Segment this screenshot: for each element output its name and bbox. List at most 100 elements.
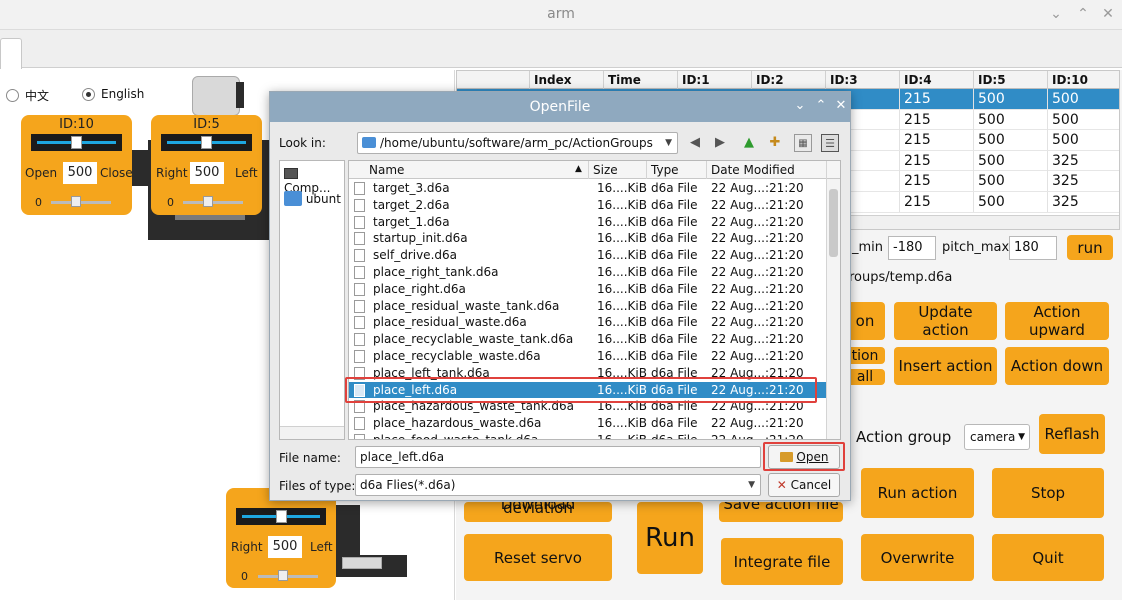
action-group-select[interactable]: camera ▼ — [964, 424, 1030, 450]
file-row[interactable]: place_recyclable_waste_tank.d6a 16....KiB… — [349, 331, 827, 348]
close-icon[interactable]: ✕ — [1098, 4, 1118, 24]
action-upward-button[interactable]: Action upward — [1005, 302, 1109, 340]
slider-handle[interactable] — [276, 510, 287, 523]
overwrite-button[interactable]: Overwrite — [861, 534, 974, 581]
pitch-run-button[interactable]: run — [1067, 235, 1113, 260]
table-cell[interactable]: 500 — [973, 109, 1005, 130]
refresh-button[interactable]: Reflash — [1039, 414, 1105, 454]
sidebar-scrollbar[interactable] — [280, 426, 344, 439]
table-cell[interactable]: 215 — [899, 89, 931, 109]
file-row[interactable]: place_recyclable_waste.d6a 16....KiB d6a F… — [349, 348, 827, 365]
run-action-button[interactable]: Run action — [861, 468, 974, 518]
column-header[interactable]: Index — [529, 71, 571, 89]
column-header[interactable]: Time — [603, 71, 641, 89]
forward-icon[interactable]: ▶ — [711, 134, 729, 152]
table-cell[interactable]: 325 — [1047, 192, 1079, 212]
file-row[interactable]: startup_init.d6a 16....KiB d6a File 22 Aug.… — [349, 230, 827, 247]
column-header-size[interactable]: Size — [589, 161, 647, 179]
file-row[interactable]: place_right_tank.d6a 16....KiB d6a File 22 … — [349, 264, 827, 281]
partial-button-2[interactable]: tion — [845, 347, 885, 364]
radio-english[interactable]: English — [82, 87, 144, 101]
servo-fine-slider[interactable] — [183, 201, 243, 204]
file-row[interactable]: target_3.d6a 16....KiB d6a File 22 Aug...:2… — [349, 180, 827, 197]
file-row[interactable]: target_1.d6a 16....KiB d6a File 22 Aug...:2… — [349, 214, 827, 231]
icon-view-icon[interactable]: ▦ — [794, 134, 812, 152]
action-down-button[interactable]: Action down — [1005, 347, 1109, 385]
reset-servo-button[interactable]: Reset servo — [464, 534, 612, 581]
file-row[interactable]: target_2.d6a 16....KiB d6a File 22 Aug...:2… — [349, 197, 827, 214]
save-action-file-button[interactable]: Save action file — [719, 502, 843, 522]
slider-handle[interactable] — [203, 196, 213, 207]
radio-circle[interactable] — [82, 87, 95, 101]
servo-slider[interactable] — [31, 134, 122, 151]
download-deviation-button[interactable]: Download deviation — [464, 502, 612, 522]
files-of-type-select[interactable]: d6a Flies(*.d6a) ▼ — [355, 474, 761, 496]
new-folder-icon[interactable]: ✚ — [766, 134, 784, 152]
detail-view-icon[interactable]: ☰ — [821, 134, 839, 152]
radio-chinese[interactable]: 中文 — [6, 87, 49, 104]
back-icon[interactable]: ◀ — [686, 134, 704, 152]
dialog-close-icon[interactable]: ✕ — [833, 98, 849, 114]
table-cell[interactable]: 500 — [1047, 89, 1079, 109]
column-header-type[interactable]: Type — [647, 161, 707, 179]
update-action-button[interactable]: Update action — [894, 302, 997, 340]
table-cell[interactable]: 215 — [899, 171, 931, 192]
table-cell[interactable]: 500 — [973, 89, 1005, 109]
column-header[interactable]: ID:2 — [751, 71, 784, 89]
table-cell[interactable]: 325 — [1047, 150, 1079, 171]
sidebar-item-home[interactable]: ubunt — [284, 191, 341, 206]
look-in-select[interactable]: /home/ubuntu/software/arm_pc/ActionGroup… — [357, 132, 678, 154]
radio-circle[interactable] — [6, 89, 19, 102]
parent-directory-icon[interactable]: ▲ — [740, 134, 758, 152]
column-header-date[interactable]: Date Modified — [707, 161, 827, 179]
file-list-scrollbar[interactable] — [826, 179, 840, 439]
quit-button[interactable]: Quit — [992, 534, 1104, 581]
column-header[interactable]: ID:10 — [1047, 71, 1088, 89]
table-cell[interactable]: 325 — [1047, 171, 1079, 192]
run-button[interactable]: Run — [637, 502, 703, 574]
table-cell[interactable]: 500 — [1047, 109, 1079, 130]
file-row[interactable]: place_residual_waste.d6a 16....KiB d6a Fil… — [349, 314, 827, 331]
column-header[interactable]: ID:3 — [825, 71, 858, 89]
table-cell[interactable]: 500 — [1047, 130, 1079, 151]
column-header[interactable]: ID:4 — [899, 71, 932, 89]
servo-fine-slider[interactable] — [51, 201, 111, 204]
stop-button[interactable]: Stop — [992, 468, 1104, 518]
maximize-icon[interactable]: ⌃ — [1073, 4, 1093, 24]
servo-value-input[interactable]: 500 — [190, 162, 224, 184]
file-row[interactable]: place_right.d6a 16....KiB d6a File 22 Aug..… — [349, 281, 827, 298]
column-header[interactable]: ID:1 — [677, 71, 710, 89]
minimize-icon[interactable]: ⌄ — [1046, 4, 1066, 24]
servo-slider[interactable] — [236, 508, 326, 525]
cancel-button[interactable]: ✕ Cancel — [768, 473, 840, 497]
column-header[interactable]: ID:5 — [973, 71, 1006, 89]
file-name-input[interactable]: place_left.d6a — [355, 446, 761, 468]
slider-handle[interactable] — [201, 136, 212, 149]
dialog-minimize-icon[interactable]: ⌄ — [792, 98, 808, 114]
pitch-min-input[interactable]: -180 — [888, 236, 936, 260]
insert-action-button[interactable]: Insert action — [894, 347, 997, 385]
partial-button-3[interactable]: all — [845, 369, 885, 385]
servo-fine-slider[interactable] — [258, 575, 318, 578]
table-cell[interactable]: 500 — [973, 150, 1005, 171]
file-row[interactable]: place_hazardous_waste.d6a 16....KiB d6a Fi… — [349, 415, 827, 432]
file-row[interactable]: place_residual_waste_tank.d6a 16....KiB d6… — [349, 298, 827, 315]
tab-main[interactable] — [0, 38, 22, 69]
table-cell[interactable]: 215 — [899, 130, 931, 151]
table-cell[interactable]: 215 — [899, 109, 931, 130]
servo-slider[interactable] — [161, 134, 252, 151]
table-cell[interactable]: 215 — [899, 192, 931, 212]
file-row[interactable]: self_drive.d6a 16....KiB d6a File 22 Aug...… — [349, 247, 827, 264]
servo-value-input[interactable]: 500 — [63, 162, 97, 184]
partial-button-1[interactable]: on — [845, 302, 885, 340]
integrate-file-button[interactable]: Integrate file — [721, 538, 843, 585]
pitch-max-input[interactable]: 180 — [1009, 236, 1057, 260]
table-cell[interactable]: 215 — [899, 150, 931, 171]
dialog-maximize-icon[interactable]: ⌃ — [813, 98, 829, 114]
servo-value-input[interactable]: 500 — [268, 536, 302, 558]
table-cell[interactable]: 500 — [973, 171, 1005, 192]
slider-handle[interactable] — [71, 196, 81, 207]
table-cell[interactable]: 500 — [973, 192, 1005, 212]
slider-handle[interactable] — [278, 570, 288, 581]
file-row[interactable]: place_food_waste_tank.d6a 16....KiB d6a Fi… — [349, 432, 827, 439]
